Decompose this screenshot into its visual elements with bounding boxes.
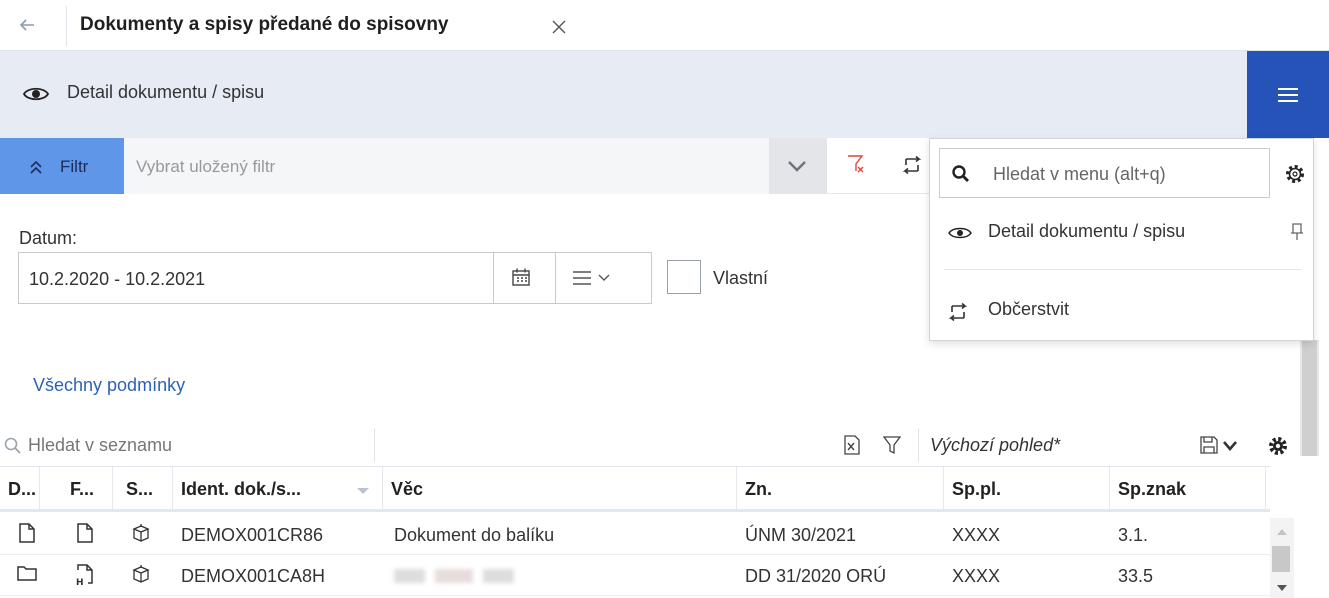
filter-button-label: Filtr <box>60 157 89 176</box>
main-menu-dropdown: Hledat v menu (alt+q) Detail dokumentu /… <box>929 138 1314 341</box>
detail-button-label[interactable]: Detail dokumentu / spisu <box>67 82 264 103</box>
column-header[interactable]: S... <box>113 467 173 511</box>
title-bar: Dokumenty a spisy předané do spisovny <box>0 0 1329 51</box>
pin-icon[interactable] <box>1290 223 1304 241</box>
menu-item-label: Občerstvit <box>988 299 1070 319</box>
date-label: Datum: <box>19 228 78 248</box>
custom-checkbox-label: Vlastní <box>713 268 769 288</box>
divider <box>944 269 1301 270</box>
scrollbar-thumb[interactable] <box>1272 546 1290 572</box>
table-header: D... F... S... Ident. dok./s... Věc Zn. … <box>0 466 1270 512</box>
ident-cell: DEMOX001CR86 <box>181 525 324 545</box>
filter-bar: Filtr Vybrat uložený filtr <box>0 138 940 194</box>
period-select-icon[interactable] <box>571 270 617 286</box>
view-selector[interactable]: Výchozí pohled* <box>930 435 1060 456</box>
column-header[interactable]: Sp.znak <box>1110 467 1266 511</box>
filter-icon[interactable] <box>883 435 901 455</box>
column-header[interactable]: D... <box>0 467 40 511</box>
filter-toggle-button[interactable]: Filtr <box>0 138 124 194</box>
scroll-down-icon[interactable] <box>1276 584 1288 592</box>
calendar-icon[interactable] <box>511 267 531 287</box>
table-scrollbar[interactable] <box>1270 518 1294 598</box>
table-row[interactable]: DEMOX001CR86 Dokument do balíku ÚNM 30/2… <box>0 514 1270 555</box>
refresh-icon <box>948 303 968 321</box>
filing-mark-cell: 33.5 <box>1118 566 1154 586</box>
ref-number-cell: DD 31/2020 ORÚ <box>745 566 887 586</box>
column-header[interactable]: Ident. dok./s... <box>173 467 383 511</box>
redacted-subject <box>394 569 514 583</box>
column-header[interactable]: F... <box>40 467 113 511</box>
scroll-up-icon[interactable] <box>1276 528 1288 536</box>
divider <box>493 253 494 303</box>
saved-filter-select[interactable]: Vybrat uložený filtr <box>124 138 769 194</box>
menu-item-refresh[interactable]: Občerstvit <box>930 291 1313 331</box>
column-header[interactable]: Sp.pl. <box>944 467 1110 511</box>
table-row[interactable]: H DEMOX001CA8H DD 31/2020 ORÚ XXXX 33.5 <box>0 555 1270 596</box>
filing-mark-cell: 3.1. <box>1118 525 1149 545</box>
date-range-field[interactable]: 10.2.2020 - 10.2.2021 <box>18 252 652 304</box>
menu-item-detail[interactable]: Detail dokumentu / spisu <box>930 211 1313 255</box>
divider <box>555 253 556 303</box>
filing-plan-cell: XXXX <box>952 525 1001 545</box>
document-icon <box>76 523 94 543</box>
search-icon <box>4 437 22 455</box>
menu-search-input[interactable]: Hledat v menu (alt+q) <box>939 148 1270 198</box>
saved-filter-placeholder: Vybrat uložený filtr <box>136 157 276 176</box>
all-conditions-link[interactable]: Všechny podmínky <box>33 375 185 396</box>
chevron-down-icon[interactable] <box>1222 440 1238 452</box>
ref-number-cell: ÚNM 30/2021 <box>745 525 857 545</box>
menu-item-label: Detail dokumentu / spisu <box>988 221 1186 241</box>
sort-desc-icon <box>357 488 369 494</box>
refresh-icon[interactable] <box>902 156 922 174</box>
gear-icon[interactable] <box>1284 163 1306 185</box>
column-header[interactable]: Zn. <box>737 467 944 511</box>
action-toolbar: Detail dokumentu / spisu <box>0 51 1329 138</box>
archive-state-icon <box>131 523 151 543</box>
page-scrollbar[interactable] <box>1300 340 1319 456</box>
list-search-input[interactable]: Hledat v seznamu <box>28 435 172 456</box>
double-chevron-up-icon <box>30 160 42 174</box>
svg-text:H: H <box>76 578 84 586</box>
list-toolbar: Hledat v seznamu Výchozí pohled* <box>0 426 1300 466</box>
back-arrow-icon[interactable] <box>17 15 45 37</box>
excel-export-icon[interactable] <box>843 435 861 455</box>
save-view-icon[interactable] <box>1200 436 1218 454</box>
custom-checkbox[interactable] <box>667 260 701 294</box>
ident-cell: DEMOX001CA8H <box>181 566 326 586</box>
search-icon <box>952 165 969 182</box>
archive-state-icon <box>131 564 151 584</box>
clear-filter-icon[interactable] <box>846 154 866 174</box>
chevron-down-icon <box>788 161 806 172</box>
folder-icon <box>17 564 37 582</box>
subject-cell: Dokument do balíku <box>394 525 555 545</box>
hamburger-menu-button[interactable] <box>1247 51 1329 138</box>
divider <box>374 428 375 462</box>
date-range-value: 10.2.2020 - 10.2.2021 <box>29 269 206 289</box>
hybrid-document-icon: H <box>74 564 96 586</box>
eye-icon <box>948 227 972 239</box>
filing-plan-cell: XXXX <box>952 566 1001 586</box>
saved-filter-dropdown-button[interactable] <box>769 138 827 194</box>
menu-search-placeholder: Hledat v menu (alt+q) <box>993 164 1166 184</box>
column-header[interactable]: Věc <box>383 467 737 511</box>
gear-icon[interactable] <box>1268 436 1288 456</box>
divider <box>918 428 919 462</box>
divider <box>66 6 67 46</box>
eye-icon[interactable] <box>22 85 54 103</box>
tab-title[interactable]: Dokumenty a spisy předané do spisovny <box>80 14 449 36</box>
document-icon <box>18 523 36 543</box>
close-icon[interactable] <box>552 20 566 34</box>
documents-table: D... F... S... Ident. dok./s... Věc Zn. … <box>0 466 1270 598</box>
scrollbar-thumb[interactable] <box>1302 340 1317 456</box>
